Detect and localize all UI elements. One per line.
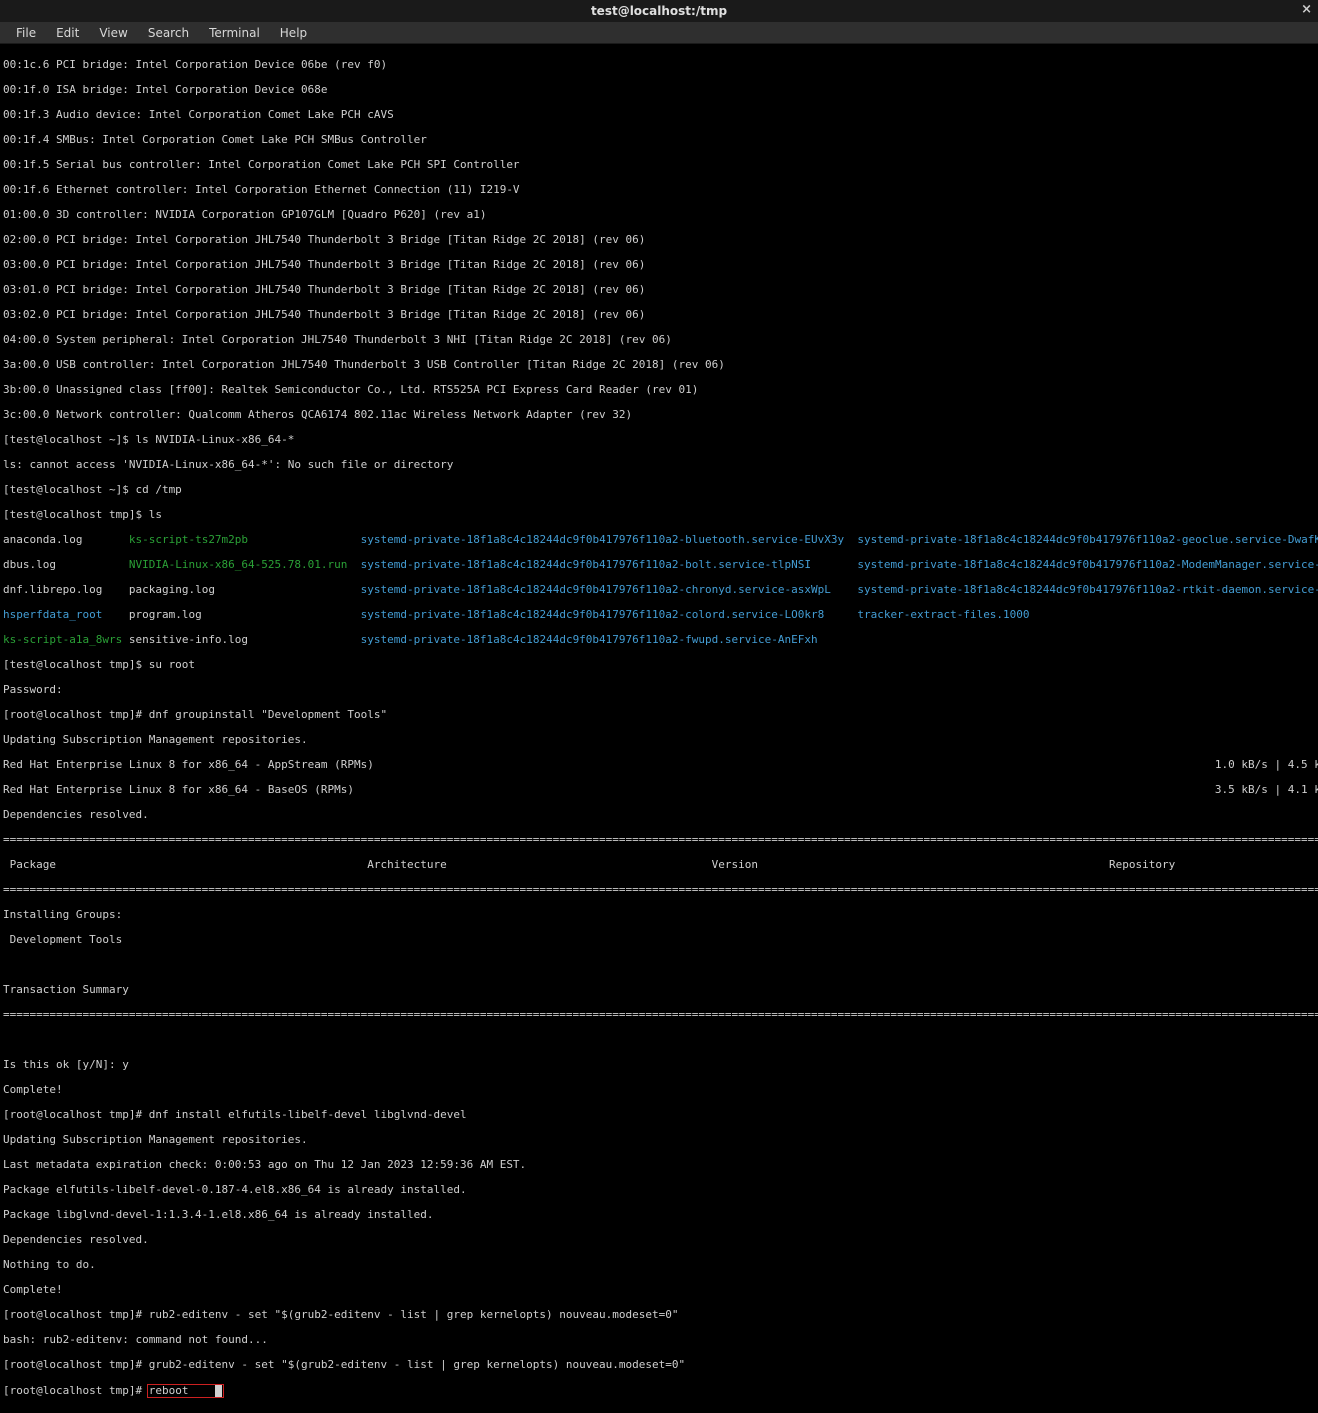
term-line — [3, 959, 1315, 972]
term-line: Password: — [3, 684, 1315, 697]
term-line: Red Hat Enterprise Linux 8 for x86_64 - … — [3, 784, 1315, 797]
separator-line: ========================================… — [3, 834, 1315, 847]
ls-line: hsperfdata_root program.log systemd-priv… — [3, 609, 1315, 622]
term-line: 01:00.0 3D controller: NVIDIA Corporatio… — [3, 209, 1315, 222]
prompt-line: [test@localhost tmp]$ ls — [3, 509, 1315, 522]
current-prompt-line: [root@localhost tmp]# reboot — [3, 1384, 1315, 1399]
term-line: 03:02.0 PCI bridge: Intel Corporation JH… — [3, 309, 1315, 322]
term-line: Updating Subscription Management reposit… — [3, 1134, 1315, 1147]
term-line: Complete! — [3, 1284, 1315, 1297]
term-line: Package elfutils-libelf-devel-0.187-4.el… — [3, 1184, 1315, 1197]
separator-line: ========================================… — [3, 884, 1315, 897]
term-line: 3b:00.0 Unassigned class [ff00]: Realtek… — [3, 384, 1315, 397]
term-line: 00:1f.3 Audio device: Intel Corporation … — [3, 109, 1315, 122]
terminal-output[interactable]: 00:1c.6 PCI bridge: Intel Corporation De… — [0, 44, 1318, 1413]
prompt-line: [root@localhost tmp]# dnf install elfuti… — [3, 1109, 1315, 1122]
menu-terminal[interactable]: Terminal — [199, 23, 270, 43]
term-line: 00:1f.6 Ethernet controller: Intel Corpo… — [3, 184, 1315, 197]
ls-line: anaconda.log ks-script-ts27m2pb systemd-… — [3, 534, 1315, 547]
term-line — [3, 1034, 1315, 1047]
term-line: 00:1c.6 PCI bridge: Intel Corporation De… — [3, 59, 1315, 72]
term-line: 00:1f.0 ISA bridge: Intel Corporation De… — [3, 84, 1315, 97]
prompt-line: [root@localhost tmp]# rub2-editenv - set… — [3, 1309, 1315, 1322]
term-line: Installing Groups: — [3, 909, 1315, 922]
window-titlebar: test@localhost:/tmp × — [0, 0, 1318, 22]
term-line: 00:1f.5 Serial bus controller: Intel Cor… — [3, 159, 1315, 172]
menu-search[interactable]: Search — [138, 23, 199, 43]
term-line: Complete! — [3, 1084, 1315, 1097]
term-line: Dependencies resolved. — [3, 809, 1315, 822]
term-line: ls: cannot access 'NVIDIA-Linux-x86_64-*… — [3, 459, 1315, 472]
table-header: Package Architecture Version Repository — [3, 859, 1315, 872]
ls-line: dnf.librepo.log packaging.log systemd-pr… — [3, 584, 1315, 597]
term-line: bash: rub2-editenv: command not found... — [3, 1334, 1315, 1347]
prompt-line: [root@localhost tmp]# grub2-editenv - se… — [3, 1359, 1315, 1372]
ls-line: dbus.log NVIDIA-Linux-x86_64-525.78.01.r… — [3, 559, 1315, 572]
term-line: 3a:00.0 USB controller: Intel Corporatio… — [3, 359, 1315, 372]
close-icon[interactable]: × — [1301, 2, 1312, 17]
term-line: 00:1f.4 SMBus: Intel Corporation Comet L… — [3, 134, 1315, 147]
menu-view[interactable]: View — [89, 23, 137, 43]
term-line: Is this ok [y/N]: y — [3, 1059, 1315, 1072]
term-line: Nothing to do. — [3, 1259, 1315, 1272]
cursor-icon — [215, 1385, 222, 1397]
menu-help[interactable]: Help — [270, 23, 317, 43]
prompt-line: [test@localhost ~]$ cd /tmp — [3, 484, 1315, 497]
ls-line: ks-script-a1a_8wrs sensitive-info.log sy… — [3, 634, 1315, 647]
term-line: Package libglvnd-devel-1:1.3.4-1.el8.x86… — [3, 1209, 1315, 1222]
menubar: File Edit View Search Terminal Help — [0, 22, 1318, 44]
term-line: Red Hat Enterprise Linux 8 for x86_64 - … — [3, 759, 1315, 772]
menu-edit[interactable]: Edit — [46, 23, 89, 43]
term-line: Transaction Summary — [3, 984, 1315, 997]
term-line: 02:00.0 PCI bridge: Intel Corporation JH… — [3, 234, 1315, 247]
term-line: Last metadata expiration check: 0:00:53 … — [3, 1159, 1315, 1172]
term-line: Updating Subscription Management reposit… — [3, 734, 1315, 747]
term-line: Development Tools — [3, 934, 1315, 947]
prompt-line: [root@localhost tmp]# dnf groupinstall "… — [3, 709, 1315, 722]
term-line: Dependencies resolved. — [3, 1234, 1315, 1247]
separator-line: ========================================… — [3, 1009, 1315, 1022]
prompt-line: [test@localhost ~]$ ls NVIDIA-Linux-x86_… — [3, 434, 1315, 447]
term-line: 03:01.0 PCI bridge: Intel Corporation JH… — [3, 284, 1315, 297]
prompt-line: [test@localhost tmp]$ su root — [3, 659, 1315, 672]
term-line: 04:00.0 System peripheral: Intel Corpora… — [3, 334, 1315, 347]
term-line: 03:00.0 PCI bridge: Intel Corporation JH… — [3, 259, 1315, 272]
term-line: 3c:00.0 Network controller: Qualcomm Ath… — [3, 409, 1315, 422]
menu-file[interactable]: File — [6, 23, 46, 43]
window-title: test@localhost:/tmp — [591, 4, 727, 18]
highlighted-command: reboot — [147, 1384, 224, 1399]
